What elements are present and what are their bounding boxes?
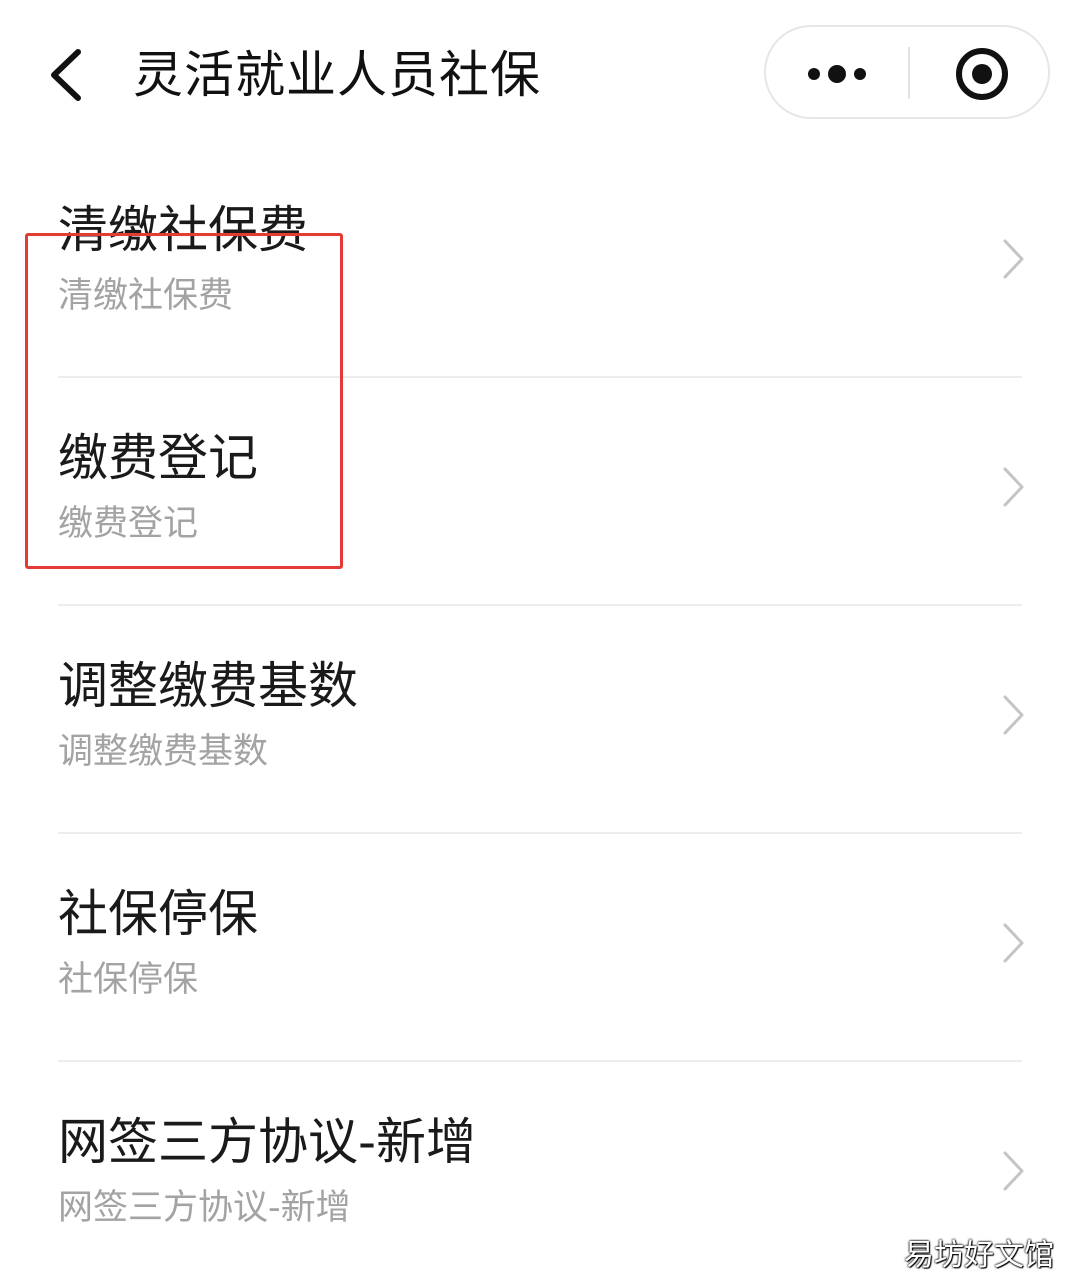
close-miniprogram-button[interactable]: [910, 27, 1048, 117]
list-item[interactable]: 社保停保 社保停保: [0, 834, 1080, 1062]
target-circle-icon: [956, 48, 1008, 100]
more-dots-icon: [808, 65, 866, 83]
back-button[interactable]: [40, 40, 100, 110]
list-item-title: 调整缴费基数: [58, 657, 358, 715]
list-item[interactable]: 缴费登记 缴费登记: [0, 378, 1080, 606]
list-item[interactable]: 调整缴费基数 调整缴费基数: [0, 606, 1080, 834]
capsule-menu: [764, 25, 1050, 119]
list-item-title: 网签三方协议-新增: [58, 1113, 477, 1171]
list-item-subtitle: 调整缴费基数: [58, 732, 269, 772]
chevron-left-icon: [51, 49, 81, 101]
more-button[interactable]: [766, 27, 908, 117]
chevron-right-icon: [1003, 239, 1024, 279]
menu-list: 清缴社保费 清缴社保费 缴费登记 缴费登记 调整缴费基数 调整缴费基数 社保停保: [0, 150, 1080, 1288]
app-page: 灵活就业人员社保 清缴社保费 清缴社保费 缴费登记 缴费登记 调整缴费基数 调整…: [0, 0, 1080, 1288]
list-item-subtitle: 缴费登记: [58, 504, 199, 544]
list-item[interactable]: 清缴社保费 清缴社保费: [0, 150, 1080, 378]
list-item-subtitle: 网签三方协议-新增: [58, 1188, 351, 1228]
list-item-subtitle: 清缴社保费: [58, 276, 234, 316]
chevron-right-icon: [1003, 695, 1024, 735]
list-item-title: 清缴社保费: [58, 201, 308, 259]
chevron-right-icon: [1003, 467, 1024, 507]
page-title: 灵活就业人员社保: [133, 46, 541, 104]
watermark-text: 易坊好文馆: [904, 1238, 1054, 1273]
chevron-right-icon: [1003, 1151, 1024, 1191]
list-item-title: 社保停保: [58, 885, 258, 943]
chevron-right-icon: [1003, 923, 1024, 963]
list-item-subtitle: 社保停保: [58, 960, 199, 1000]
list-item-title: 缴费登记: [58, 429, 258, 487]
nav-bar: 灵活就业人员社保: [0, 0, 1080, 150]
